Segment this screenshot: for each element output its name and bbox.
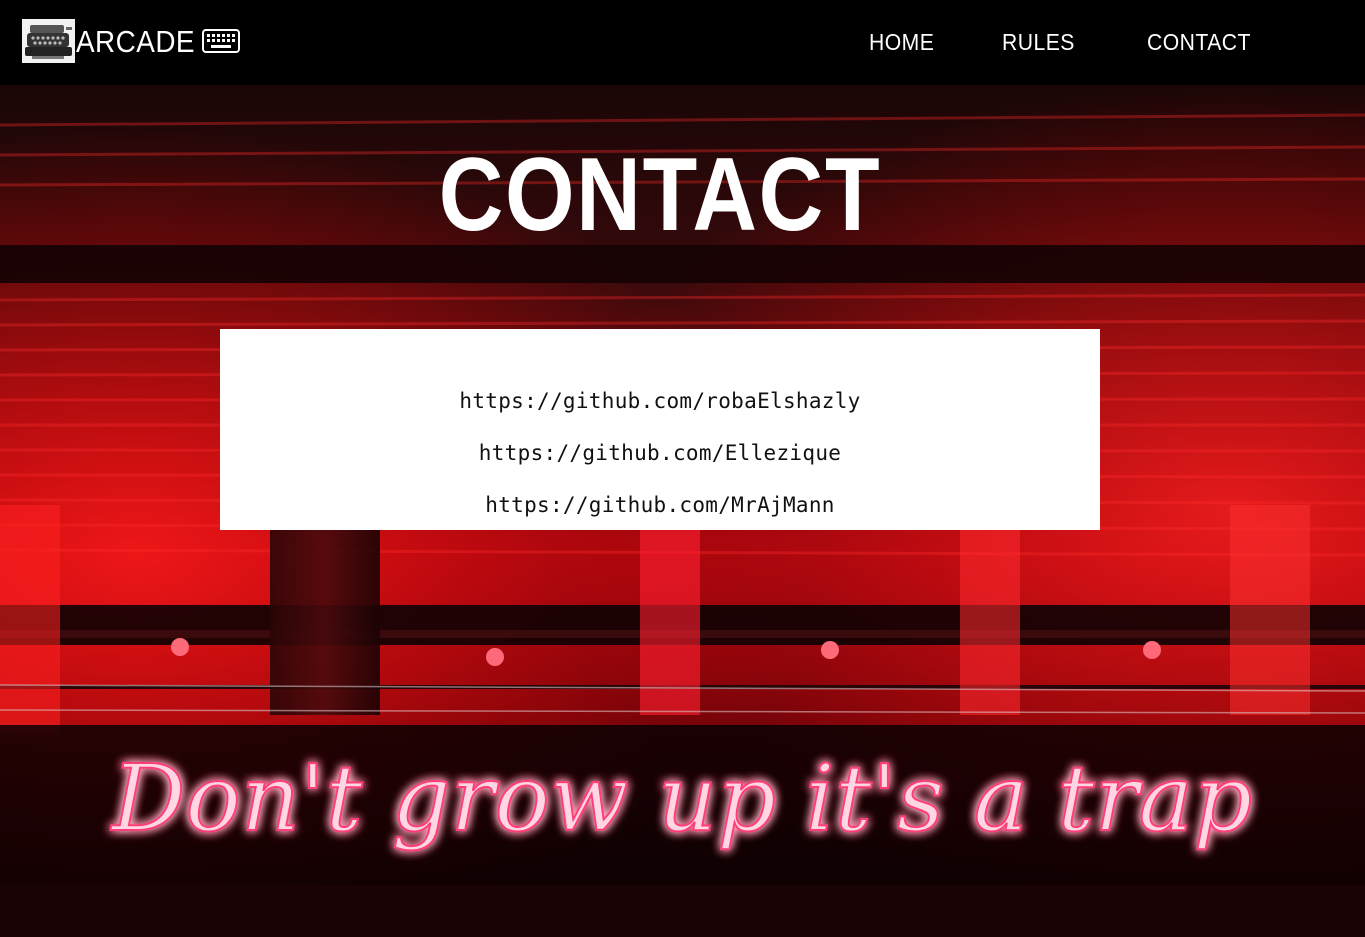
nav-contact[interactable]: CONTACT (1147, 28, 1251, 56)
nav-home[interactable]: HOME (869, 28, 934, 56)
typewriter-icon[interactable] (22, 19, 75, 63)
page-title: CONTACT (438, 137, 882, 253)
contact-link-ellezique[interactable]: https://github.com/Ellezique (220, 440, 1100, 466)
contact-card: https://github.com/robaElshazly https://… (220, 329, 1100, 530)
neon-sign-text: Don't grow up it's a trap (110, 745, 1252, 852)
neon-sign: Don't grow up it's a trap (109, 744, 1253, 853)
nav-rules[interactable]: RULES (1002, 28, 1075, 56)
keyboard-icon (202, 29, 240, 57)
navbar: ARCADE HOME RULES CONTACT (0, 0, 1365, 85)
contact-link-mrajmann[interactable]: https://github.com/MrAjMann (220, 492, 1100, 518)
contact-link-roba[interactable]: https://github.com/robaElshazly (220, 388, 1100, 414)
brand-title[interactable]: ARCADE (76, 22, 195, 62)
